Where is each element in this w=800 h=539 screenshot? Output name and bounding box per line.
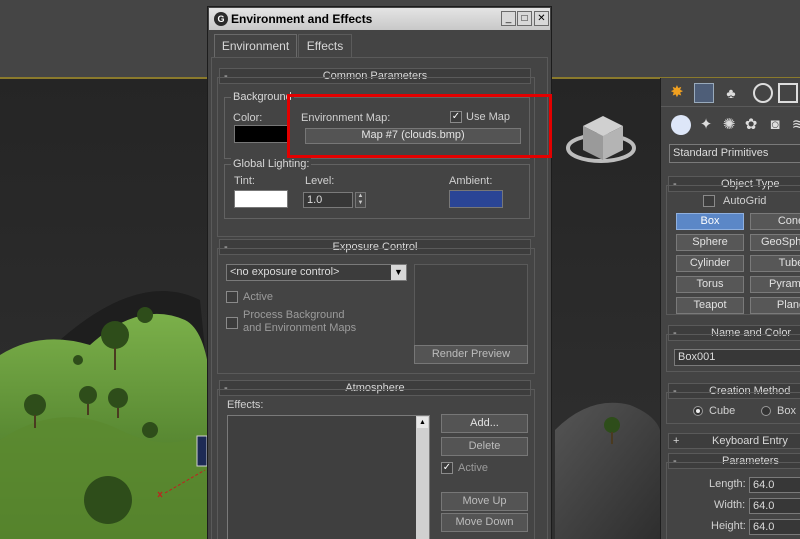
hierarchy-tab-icon[interactable]: ♣ [721,83,741,103]
torus-button[interactable]: Torus [676,276,744,293]
geosphere-button[interactable]: GeoSphere [750,234,800,251]
app-logo-icon: G [214,12,228,26]
tint-color-swatch[interactable] [234,190,288,208]
effects-scrollbar[interactable]: ▲ [416,416,429,539]
atmosphere-active-label: Active [458,462,488,474]
plane-button[interactable]: Plane [750,297,800,314]
color-label: Color: [233,112,263,124]
chevron-down-icon[interactable]: ▼ [391,265,406,280]
box-label: Box [777,405,796,417]
cameras-category-icon[interactable]: ✿ [741,115,761,135]
create-tab-icon[interactable]: ✸ [667,83,687,103]
minimize-icon[interactable]: _ [501,11,516,26]
move-down-button[interactable]: Move Down [441,513,528,532]
level-spinner[interactable]: ▲ ▼ [355,192,366,208]
object-name-input[interactable]: Box001 [674,349,800,366]
cube-label: Cube [709,405,736,417]
highlight-annotation [287,94,552,158]
move-up-button[interactable]: Move Up [441,492,528,511]
rollout-keyboard-entry[interactable]: + Keyboard Entry [668,433,800,449]
tint-label: Tint: [234,175,255,187]
pyramid-button[interactable]: Pyramid [750,276,800,293]
geometry-category-icon[interactable] [671,115,691,135]
sphere-button[interactable]: Sphere [676,234,744,251]
width-label: Width: [714,499,746,511]
tab-effects[interactable]: Effects [298,34,352,57]
process-background-label-line1: Process Background [243,309,345,321]
shapes-category-icon[interactable]: ✦ [696,115,716,135]
atmosphere-active-checkbox[interactable]: ✓ [441,462,453,474]
effects-label: Effects: [227,399,264,411]
cube-radio[interactable] [693,406,703,416]
primitive-type-dropdown[interactable]: Standard Primitives [669,144,800,163]
delete-effect-button[interactable]: Delete [441,437,528,456]
lights-category-icon[interactable]: ✺ [719,115,739,135]
length-input[interactable]: 64.0 [749,477,800,493]
motion-tab-icon[interactable] [753,83,773,103]
tab-environment[interactable]: Environment [214,34,297,57]
helpers-category-icon[interactable]: ◙ [765,115,785,135]
cone-button[interactable]: Cone [750,213,800,230]
level-input[interactable]: 1.0 [303,192,353,208]
process-background-label-line2: and Environment Maps [243,322,357,334]
tube-button[interactable]: Tube [750,255,800,272]
box-button[interactable]: Box [676,213,744,230]
autogrid-checkbox[interactable] [703,195,715,207]
gizmo-marker [196,435,208,467]
environment-effects-dialog: G Environment and Effects _ □ ✕ Environm… [207,6,552,539]
box-radio[interactable] [761,406,771,416]
display-tab-icon[interactable] [778,83,798,103]
teapot-button[interactable]: Teapot [676,297,744,314]
close-icon[interactable]: ✕ [534,11,549,26]
cylinder-button[interactable]: Cylinder [676,255,744,272]
maximize-icon[interactable]: □ [517,11,532,26]
height-label: Height: [711,520,746,532]
width-input[interactable]: 64.0 [749,498,800,514]
modify-tab-icon[interactable] [694,83,714,103]
height-input[interactable]: 64.0 [749,519,800,535]
command-panel: ✸ ♣ ✦ ✺ ✿ ◙ ≋ Standard Primitives - Objec… [660,78,800,539]
process-background-checkbox[interactable] [226,317,238,329]
autogrid-label: AutoGrid [723,195,767,207]
length-label: Length: [709,478,746,490]
spacewarps-category-icon[interactable]: ≋ [788,115,800,135]
viewcube [583,116,623,160]
background-color-swatch[interactable] [234,125,288,143]
level-label: Level: [305,175,335,187]
dialog-titlebar[interactable]: G Environment and Effects _ □ ✕ [209,8,550,30]
exposure-active-label: Active [243,291,273,303]
ambient-color-swatch[interactable] [449,190,503,208]
add-effect-button[interactable]: Add... [441,414,528,433]
exposure-preview-area [414,264,528,349]
ambient-label: Ambient: [449,175,493,187]
exposure-control-dropdown[interactable]: <no exposure control> [226,264,407,281]
dialog-title: Environment and Effects [231,12,373,26]
scroll-up-icon[interactable]: ▲ [417,417,428,428]
effects-list[interactable] [227,415,430,539]
exposure-active-checkbox[interactable] [226,291,238,303]
render-preview-button[interactable]: Render Preview [414,345,528,364]
